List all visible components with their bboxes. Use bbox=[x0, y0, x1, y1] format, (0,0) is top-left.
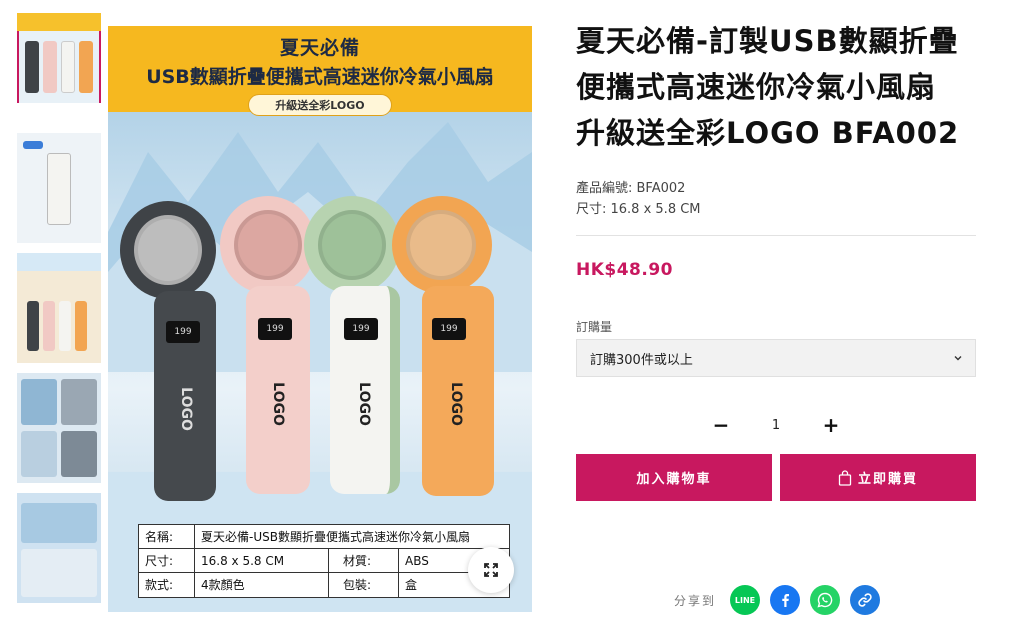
product-title: 夏天必備-訂製USB數顯折疊便攜式高速迷你冷氣小風扇 升級送全彩LOGO BFA… bbox=[576, 24, 960, 150]
fan-black: 199 LOGO bbox=[120, 201, 230, 511]
product-size: 尺寸: 16.8 x 5.8 CM bbox=[576, 202, 701, 217]
add-to-cart-button[interactable]: 加入購物車 bbox=[576, 454, 772, 501]
facebook-share-button[interactable] bbox=[770, 585, 801, 615]
fan-logo: LOGO bbox=[269, 382, 286, 426]
spec-package-value: 盒 bbox=[405, 578, 418, 592]
link-icon bbox=[858, 593, 872, 607]
thumbnail-5[interactable] bbox=[17, 493, 101, 603]
thumbnail-3[interactable] bbox=[17, 253, 101, 363]
spec-style-key: 款式: bbox=[139, 573, 195, 597]
fan-logo: LOGO bbox=[447, 382, 464, 426]
spec-name-key: 名稱: bbox=[139, 525, 195, 548]
share-label: 分享到 bbox=[674, 593, 717, 608]
divider bbox=[576, 235, 976, 236]
decrease-button[interactable]: − bbox=[701, 413, 741, 437]
copy-link-button[interactable] bbox=[850, 585, 881, 615]
thumbnail-strip bbox=[17, 13, 101, 613]
action-buttons: 加入購物車 立即購買 bbox=[576, 454, 976, 501]
fan-orange: 199 LOGO bbox=[392, 196, 512, 506]
fan-display: 199 bbox=[432, 318, 466, 340]
quantity-stepper: − 1 + bbox=[576, 413, 976, 437]
buy-now-button[interactable]: 立即購買 bbox=[780, 454, 976, 501]
whatsapp-icon bbox=[817, 592, 833, 608]
share-bar: 分享到 LINE bbox=[674, 585, 890, 615]
add-to-cart-label: 加入購物車 bbox=[636, 472, 712, 487]
quantity-label: 訂購量 bbox=[576, 320, 613, 334]
spec-package-key: 包裝: bbox=[329, 573, 399, 597]
facebook-icon bbox=[782, 594, 790, 607]
increase-button[interactable]: + bbox=[811, 413, 851, 437]
shopping-bag-icon bbox=[838, 469, 852, 486]
fan-display: 199 bbox=[258, 318, 292, 340]
expand-icon bbox=[484, 563, 498, 577]
spec-table: 名稱: 夏天必備-USB數顯折疊便攜式高速迷你冷氣小風扇 尺寸: 16.8 x … bbox=[138, 524, 510, 598]
zoom-button[interactable] bbox=[468, 547, 514, 593]
image-banner: 夏天必備 USB數顯折疊便攜式高速迷你冷氣小風扇 升級送全彩LOGO bbox=[108, 26, 532, 116]
fan-logo: LOGO bbox=[177, 387, 194, 431]
chevron-down-icon bbox=[954, 356, 962, 361]
fan-logo: LOGO bbox=[355, 382, 372, 426]
thumbnail-1[interactable] bbox=[17, 13, 101, 123]
line-icon: LINE bbox=[734, 595, 756, 605]
product-info: 夏天必備-訂製USB數顯折疊便攜式高速迷你冷氣小風扇 升級送全彩LOGO BFA… bbox=[576, 18, 976, 501]
spec-material-value: ABS bbox=[405, 554, 429, 568]
fan-display: 199 bbox=[344, 318, 378, 340]
line-share-button[interactable]: LINE bbox=[730, 585, 761, 615]
banner-line1: 夏天必備 bbox=[279, 37, 360, 59]
quantity-value[interactable]: 1 bbox=[741, 418, 811, 433]
select-value: 訂購300件或以上 bbox=[590, 352, 693, 368]
fan-display: 199 bbox=[166, 321, 200, 343]
spec-size-value: 16.8 x 5.8 CM bbox=[195, 549, 329, 572]
whatsapp-share-button[interactable] bbox=[810, 585, 841, 615]
buy-now-label: 立即購買 bbox=[857, 472, 918, 487]
product-price: HK$48.90 bbox=[576, 260, 674, 280]
spec-name-value: 夏天必備-USB數顯折疊便攜式高速迷你冷氣小風扇 bbox=[201, 530, 470, 544]
main-product-image: 夏天必備 USB數顯折疊便攜式高速迷你冷氣小風扇 升級送全彩LOGO 199 L… bbox=[108, 26, 532, 612]
banner-line2: USB數顯折疊便攜式高速迷你冷氣小風扇 bbox=[146, 66, 494, 88]
product-code: 產品編號: BFA002 bbox=[576, 181, 686, 196]
thumbnail-4[interactable] bbox=[17, 373, 101, 483]
spec-size-key: 尺寸: bbox=[139, 549, 195, 572]
spec-material-key: 材質: bbox=[329, 549, 399, 572]
quantity-option-select[interactable]: 訂購300件或以上 bbox=[576, 339, 976, 377]
spec-style-value: 4款顏色 bbox=[195, 573, 329, 597]
thumbnail-2[interactable] bbox=[17, 133, 101, 243]
product-meta: 產品編號: BFA002 尺寸: 16.8 x 5.8 CM bbox=[576, 178, 976, 220]
